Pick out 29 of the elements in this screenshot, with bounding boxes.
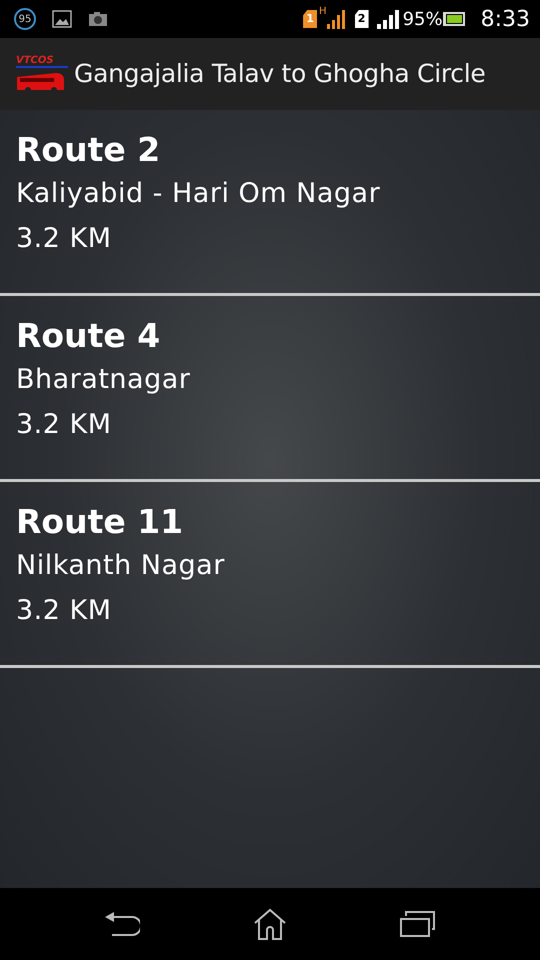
notification-badge: 95 (14, 8, 36, 30)
signal-icon (326, 9, 347, 29)
camera-icon (88, 11, 108, 27)
signal-icon (376, 9, 399, 29)
clock: 8:33 (480, 6, 530, 34)
route-stops: Bharatnagar (16, 364, 192, 396)
route-stops: Kaliyabid - Hari Om Nagar (16, 178, 382, 210)
route-distance: 3.2 KM (16, 408, 113, 442)
battery-icon (442, 12, 465, 26)
bus-icon (16, 70, 66, 92)
battery-percent: 95% (402, 8, 443, 32)
screen-title: Gangajalia Talav to Ghogha Circle (74, 58, 486, 90)
route-distance: 3.2 KM (16, 594, 113, 628)
image-icon (52, 10, 72, 28)
route-distance: 3.2 KM (16, 222, 113, 256)
network-type: H (319, 5, 327, 19)
home-icon[interactable] (252, 908, 287, 940)
back-icon[interactable] (104, 911, 140, 937)
route-name: Route 2 (16, 130, 162, 170)
route-name: Route 11 (16, 502, 184, 542)
route-stops: Nilkanth Nagar (16, 550, 226, 582)
sim-icon: 1 (303, 10, 318, 28)
sim-icon: 2 (354, 10, 369, 28)
route-item[interactable]: Route 11 Nilkanth Nagar 3.2 KM (0, 482, 540, 668)
route-item[interactable]: Route 2 Kaliyabid - Hari Om Nagar 3.2 KM (0, 110, 540, 296)
logo-text: VTCOS (16, 56, 68, 68)
recent-apps-icon[interactable] (400, 911, 436, 937)
route-item[interactable]: Route 4 Bharatnagar 3.2 KM (0, 296, 540, 482)
route-name: Route 4 (16, 316, 162, 356)
